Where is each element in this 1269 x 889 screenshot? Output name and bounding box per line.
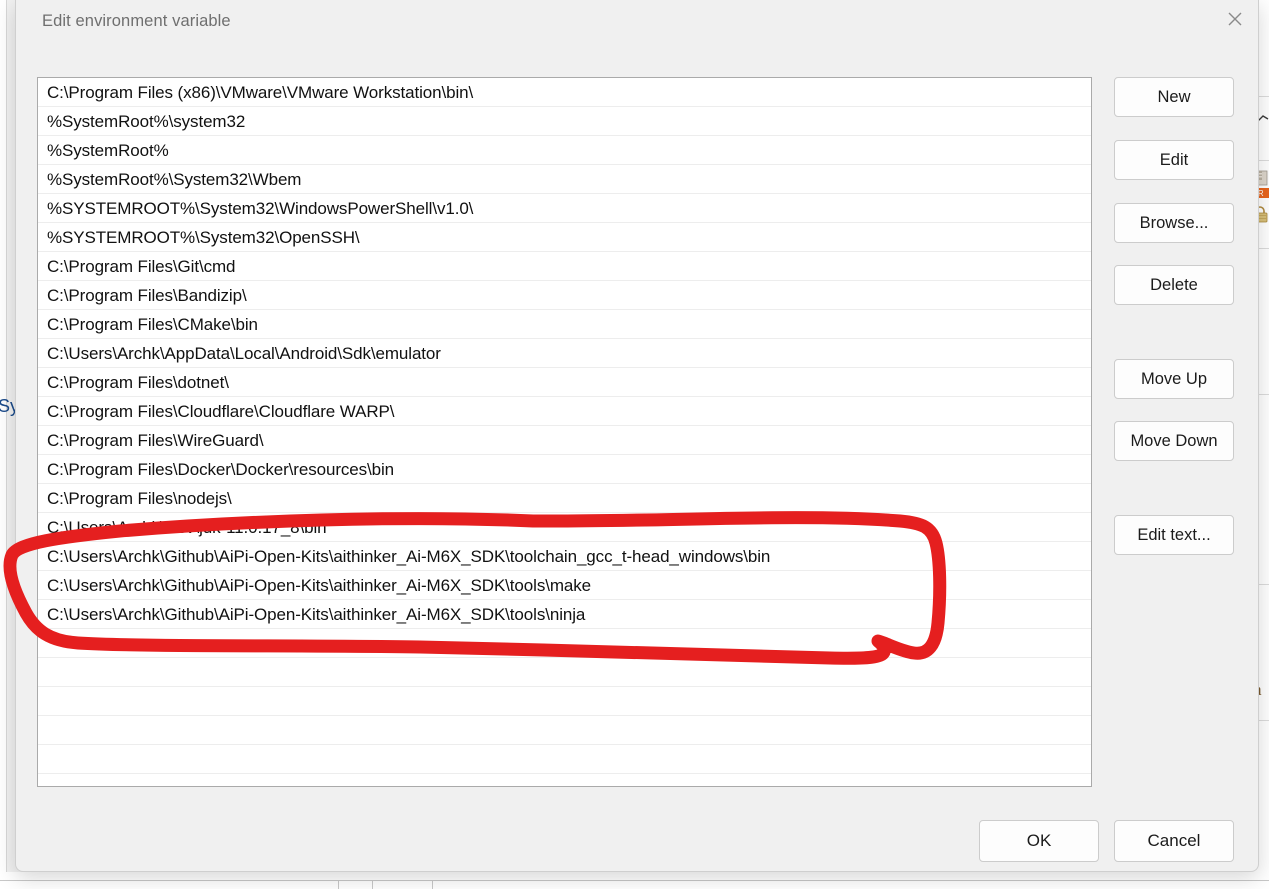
path-entry-row[interactable]: C:\Program Files\Cloudflare\Cloudflare W… bbox=[38, 397, 1091, 426]
path-entry-row[interactable]: C:\Users\Archk\Github\AiPi-Open-Kits\ait… bbox=[38, 571, 1091, 600]
cancel-button[interactable]: Cancel bbox=[1114, 820, 1234, 862]
move-up-button[interactable]: Move Up bbox=[1114, 359, 1234, 399]
path-entry-row-empty[interactable] bbox=[38, 745, 1091, 774]
path-entry-row[interactable]: C:\Users\Archk\Dev\jdk-11.0.17_8\bin bbox=[38, 513, 1091, 542]
path-entry-row[interactable]: C:\Program Files\Git\cmd bbox=[38, 252, 1091, 281]
path-entry-row-empty[interactable] bbox=[38, 687, 1091, 716]
close-icon[interactable] bbox=[1212, 0, 1258, 38]
path-entry-row[interactable]: %SystemRoot%\System32\Wbem bbox=[38, 165, 1091, 194]
edit-text-button[interactable]: Edit text... bbox=[1114, 515, 1234, 555]
path-entry-row[interactable]: C:\Users\Archk\Github\AiPi-Open-Kits\ait… bbox=[38, 542, 1091, 571]
path-entry-row[interactable]: C:\Program Files\WireGuard\ bbox=[38, 426, 1091, 455]
path-entry-row[interactable]: C:\Program Files\dotnet\ bbox=[38, 368, 1091, 397]
path-entry-row[interactable]: %SYSTEMROOT%\System32\WindowsPowerShell\… bbox=[38, 194, 1091, 223]
move-down-button[interactable]: Move Down bbox=[1114, 421, 1234, 461]
background-table-line bbox=[0, 880, 1269, 881]
path-entry-row[interactable]: C:\Program Files\CMake\bin bbox=[38, 310, 1091, 339]
edit-environment-variable-dialog: Edit environment variable C:\Program Fil… bbox=[15, 0, 1259, 872]
path-entry-row[interactable]: C:\Program Files\Bandizip\ bbox=[38, 281, 1091, 310]
dialog-title: Edit environment variable bbox=[42, 12, 231, 30]
edit-button[interactable]: Edit bbox=[1114, 140, 1234, 180]
delete-button[interactable]: Delete bbox=[1114, 265, 1234, 305]
path-entry-row[interactable]: %SystemRoot% bbox=[38, 136, 1091, 165]
path-entry-row-empty[interactable] bbox=[38, 629, 1091, 658]
browse-button[interactable]: Browse... bbox=[1114, 203, 1234, 243]
path-entry-row[interactable]: %SystemRoot%\system32 bbox=[38, 107, 1091, 136]
new-button[interactable]: New bbox=[1114, 77, 1234, 117]
ok-button[interactable]: OK bbox=[979, 820, 1099, 862]
background-table-column-divider bbox=[432, 881, 433, 889]
path-entry-row[interactable]: C:\Users\Archk\Github\AiPi-Open-Kits\ait… bbox=[38, 600, 1091, 629]
path-entry-row-empty[interactable] bbox=[38, 774, 1091, 786]
dialog-titlebar[interactable]: Edit environment variable bbox=[16, 0, 1258, 46]
background-table-column-divider bbox=[338, 881, 339, 889]
path-entry-row-empty[interactable] bbox=[38, 716, 1091, 745]
path-entry-row[interactable]: C:\Program Files\Docker\Docker\resources… bbox=[38, 455, 1091, 484]
path-entries-listbox[interactable]: C:\Program Files (x86)\VMware\VMware Wor… bbox=[37, 77, 1092, 787]
background-bottom-strip bbox=[0, 872, 1269, 889]
path-entry-row[interactable]: C:\Program Files (x86)\VMware\VMware Wor… bbox=[38, 78, 1091, 107]
path-entry-row[interactable]: C:\Users\Archk\AppData\Local\Android\Sdk… bbox=[38, 339, 1091, 368]
path-entry-row[interactable]: C:\Program Files\nodejs\ bbox=[38, 484, 1091, 513]
path-entry-row[interactable]: %SYSTEMROOT%\System32\OpenSSH\ bbox=[38, 223, 1091, 252]
path-entry-row-empty[interactable] bbox=[38, 658, 1091, 687]
background-table-column-divider bbox=[372, 881, 373, 889]
